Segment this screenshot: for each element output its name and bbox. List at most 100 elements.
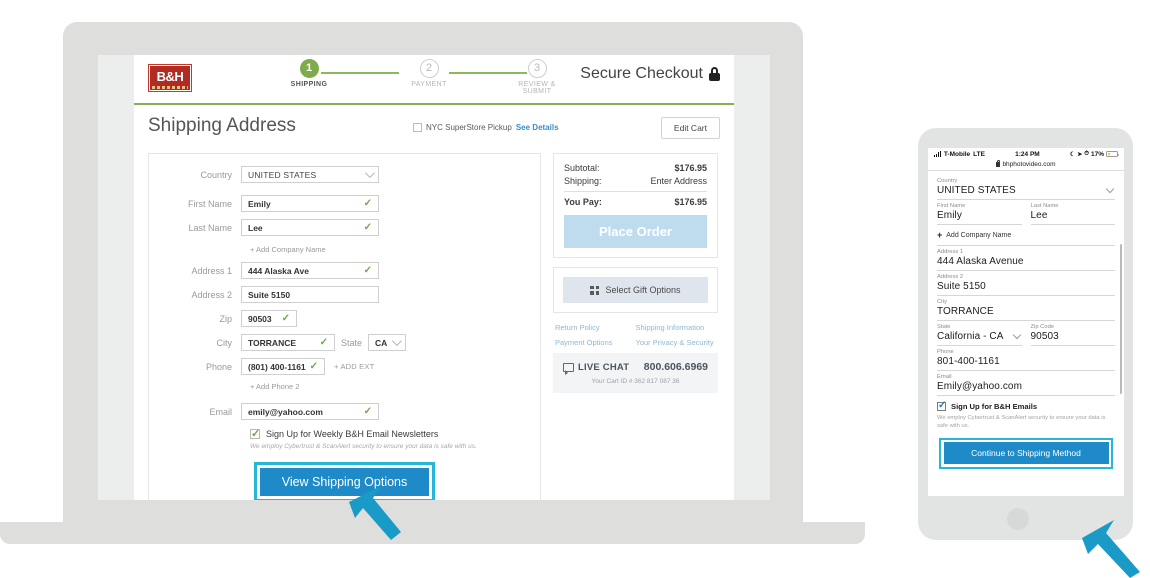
valid-check-icon: ✓ bbox=[363, 221, 372, 233]
mobile-label-last-name: Last Name bbox=[1030, 203, 1059, 209]
moon-icon: ☾ bbox=[1069, 151, 1076, 158]
label-address1: Address 1 bbox=[191, 265, 232, 276]
mobile-field-last-name[interactable]: Last Name Lee bbox=[1030, 200, 1115, 225]
battery-icon bbox=[1105, 151, 1119, 157]
superstore-pickup-checkbox[interactable] bbox=[413, 123, 422, 132]
secure-checkout-label: Secure Checkout bbox=[580, 65, 703, 82]
support-phone-number[interactable]: 800.606.6969 bbox=[644, 361, 708, 373]
value-country: UNITED STATES bbox=[248, 169, 317, 180]
label-phone: Phone bbox=[205, 361, 232, 372]
input-email[interactable]: emily@yahoo.com ✓ bbox=[241, 403, 379, 420]
mobile-label-first-name: First Name bbox=[937, 203, 966, 209]
select-gift-options-button[interactable]: Select Gift Options bbox=[563, 277, 708, 303]
step-shipping[interactable]: 1 SHIPPING bbox=[279, 59, 339, 88]
mobile-field-city[interactable]: City TORRANCE bbox=[937, 296, 1115, 321]
mobile-field-country[interactable]: Country UNITED STATES bbox=[937, 175, 1115, 200]
mobile-value-state: California - CA bbox=[937, 331, 1004, 342]
see-details-link[interactable]: See Details bbox=[516, 123, 559, 132]
continue-to-shipping-method-button[interactable]: Continue to Shipping Method bbox=[943, 442, 1109, 465]
add-phone2-link[interactable]: + Add Phone 2 bbox=[250, 382, 526, 391]
input-address2[interactable]: Suite 5150 bbox=[241, 286, 379, 303]
mobile-field-email[interactable]: Email Emily@yahoo.com bbox=[937, 371, 1115, 396]
newsletter-checkbox[interactable] bbox=[250, 427, 260, 440]
link-return-policy[interactable]: Return Policy bbox=[555, 323, 636, 332]
add-company-name-link[interactable]: + Add Company Name bbox=[250, 245, 526, 254]
link-payment-options[interactable]: Payment Options bbox=[555, 338, 636, 347]
lock-icon bbox=[709, 67, 720, 81]
chevron-down-icon bbox=[391, 336, 402, 347]
browser-url-bar[interactable]: bhphotovideo.com bbox=[928, 159, 1124, 171]
valid-check-icon: ✓ bbox=[319, 336, 328, 348]
mobile-scrollbar[interactable] bbox=[1119, 244, 1122, 394]
url-text: bhphotovideo.com bbox=[1002, 161, 1056, 168]
label-address2: Address 2 bbox=[191, 289, 232, 300]
input-state[interactable]: CA bbox=[368, 334, 407, 351]
link-privacy-security[interactable]: Your Privacy & Security bbox=[636, 338, 717, 347]
phone-home-button[interactable] bbox=[1007, 508, 1029, 530]
live-chat-button[interactable]: LIVE CHAT bbox=[563, 361, 630, 375]
mobile-newsletter-checkbox[interactable] bbox=[937, 400, 946, 411]
mobile-label-city: City bbox=[937, 299, 947, 305]
add-ext-link[interactable]: + ADD EXT bbox=[334, 362, 374, 371]
lock-icon bbox=[996, 159, 1001, 167]
mobile-label-phone: Phone bbox=[937, 349, 954, 355]
field-address1: Address 1 444 Alaska Ave ✓ bbox=[163, 262, 526, 279]
mobile-label-state: State bbox=[937, 324, 951, 330]
mobile-field-address2[interactable]: Address 2 Suite 5150 bbox=[937, 271, 1115, 296]
footer-links: Return Policy Shipping Information Payme… bbox=[553, 323, 718, 353]
label-last-name: Last Name bbox=[188, 222, 232, 233]
input-first-name[interactable]: Emily ✓ bbox=[241, 195, 379, 212]
input-address1[interactable]: 444 Alaska Ave ✓ bbox=[241, 262, 379, 279]
place-order-button[interactable]: Place Order bbox=[564, 215, 707, 248]
phone-screen: T-Mobile LTE 1:24 PM ☾ ➤ ⏱ 17% bhphotovi… bbox=[928, 148, 1124, 496]
mobile-field-address1[interactable]: Address 1 444 Alaska Avenue bbox=[937, 246, 1115, 271]
mobile-newsletter-option[interactable]: Sign Up for B&H Emails bbox=[937, 396, 1115, 411]
live-chat-label: LIVE CHAT bbox=[578, 361, 630, 373]
input-phone[interactable]: (801) 400-1161 ✓ bbox=[241, 358, 325, 375]
value-phone: (801) 400-1161 bbox=[248, 361, 306, 372]
input-zip[interactable]: 90503 ✓ bbox=[241, 310, 297, 327]
step-payment[interactable]: 2 PAYMENT bbox=[399, 59, 459, 88]
order-summary-sidebar: Subtotal: $176.95 Shipping: Enter Addres… bbox=[553, 153, 718, 500]
value-last-name: Lee bbox=[248, 222, 263, 233]
edit-cart-button[interactable]: Edit Cart bbox=[660, 117, 720, 139]
mobile-value-phone: 801-400-1161 bbox=[937, 356, 1000, 367]
mobile-value-last-name: Lee bbox=[1030, 210, 1048, 221]
checkout-columns: Country UNITED STATES First Name Emily ✓ bbox=[148, 153, 720, 500]
superstore-pickup-option[interactable]: NYC SuperStore Pickup See Details bbox=[413, 123, 559, 132]
mobile-field-zip[interactable]: Zip Code 90503 bbox=[1030, 321, 1115, 346]
mobile-state-zip-row: State California - CA Zip Code 90503 bbox=[937, 321, 1115, 346]
link-shipping-information[interactable]: Shipping Information bbox=[636, 323, 717, 332]
mobile-value-first-name: Emily bbox=[937, 210, 962, 221]
mobile-label-country: Country bbox=[937, 178, 958, 184]
mobile-field-first-name[interactable]: First Name Emily bbox=[937, 200, 1022, 225]
page-title-row: Shipping Address NYC SuperStore Pickup S… bbox=[148, 115, 720, 149]
bh-logo[interactable]: B&H bbox=[148, 64, 192, 92]
mobile-shipping-form: Country UNITED STATES First Name Emily L… bbox=[928, 171, 1124, 469]
input-city[interactable]: TORRANCE ✓ bbox=[241, 334, 335, 351]
security-disclaimer: We employ Cybertrust & ScanAlert securit… bbox=[250, 443, 477, 450]
step-review-submit[interactable]: 3 REVIEW & SUBMIT bbox=[507, 59, 567, 95]
shipping-address-form: Country UNITED STATES First Name Emily ✓ bbox=[148, 153, 541, 500]
you-pay-label: You Pay: bbox=[564, 197, 602, 207]
mobile-field-state[interactable]: State California - CA bbox=[937, 321, 1022, 346]
mobile-newsletter-label: Sign Up for B&H Emails bbox=[951, 402, 1038, 411]
gift-grid-icon bbox=[590, 285, 600, 295]
totals-divider bbox=[564, 191, 707, 192]
input-country[interactable]: UNITED STATES bbox=[241, 166, 379, 183]
value-email: emily@yahoo.com bbox=[248, 406, 323, 417]
mobile-add-company-link[interactable]: + Add Company Name bbox=[937, 225, 1115, 246]
mobile-label-email: Email bbox=[937, 374, 952, 380]
subtotal-value: $176.95 bbox=[674, 163, 707, 173]
field-first-name: First Name Emily ✓ bbox=[163, 195, 526, 212]
label-city: City bbox=[216, 337, 233, 348]
mobile-value-email: Emily@yahoo.com bbox=[937, 381, 1023, 392]
newsletter-option[interactable]: Sign Up for Weekly B&H Email Newsletters bbox=[250, 427, 526, 440]
mobile-add-company-label: Add Company Name bbox=[946, 232, 1012, 239]
mobile-field-phone[interactable]: Phone 801-400-1161 bbox=[937, 346, 1115, 371]
label-zip: Zip bbox=[219, 313, 232, 324]
field-country: Country UNITED STATES bbox=[163, 166, 526, 183]
input-last-name[interactable]: Lee ✓ bbox=[241, 219, 379, 236]
battery-percent: 17% bbox=[1090, 150, 1104, 158]
you-pay-row: You Pay: $176.95 bbox=[564, 197, 707, 207]
